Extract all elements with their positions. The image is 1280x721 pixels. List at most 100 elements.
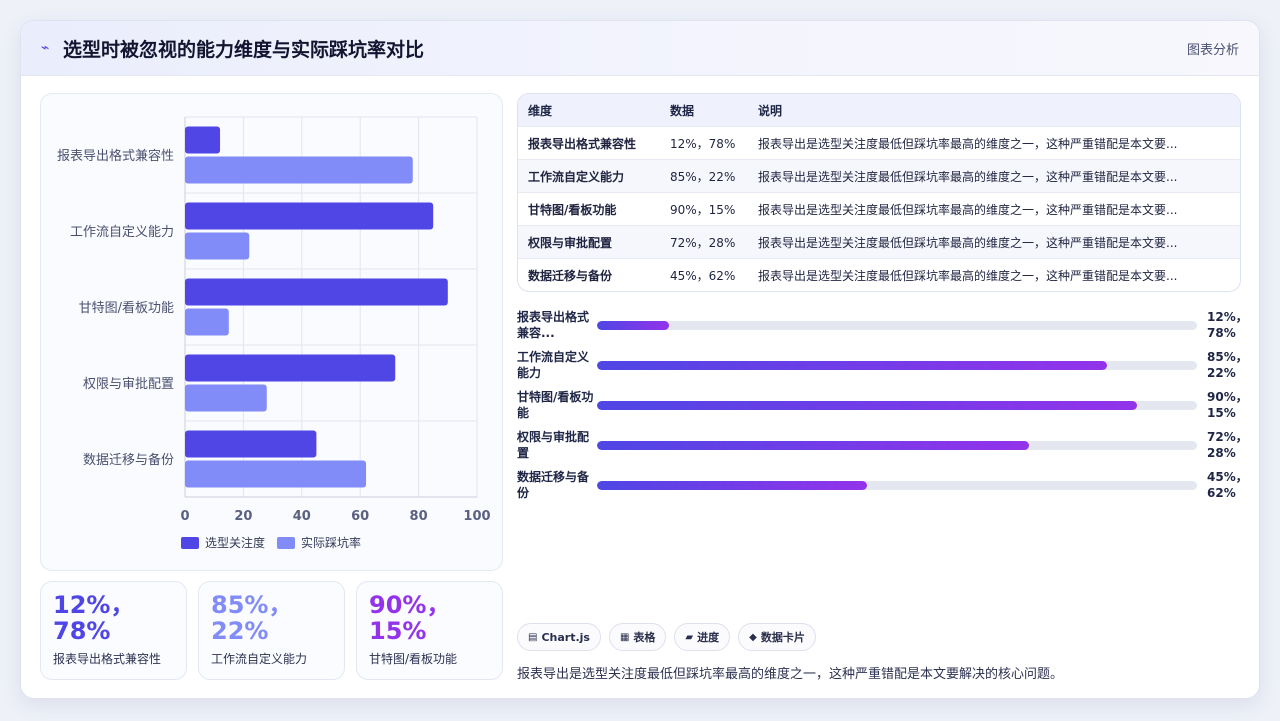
progress-fill — [597, 320, 669, 330]
progress-row: 报表导出格式兼容... 12%， 78% — [517, 305, 1248, 345]
progress-row: 工作流自定义能力 85%， 22% — [517, 345, 1248, 385]
table-cell-desc: 报表导出是选型关注度最低但踩坑率最高的维度之一，这种严重错配是本文要... — [758, 235, 1178, 250]
y-tick-label: 甘特图/看板功能 — [79, 300, 174, 316]
progress-row: 权限与审批配置 72%， 28% — [517, 425, 1248, 465]
stat-label: 工作流自定义能力 — [211, 652, 308, 666]
progress-label: 甘特图/看板功能 — [517, 390, 594, 420]
chart-icon: ▤ — [528, 631, 538, 643]
progress-fill — [597, 480, 867, 490]
table-cell-value: 72%，28% — [670, 235, 736, 250]
y-tick-label: 工作流自定义能力 — [70, 225, 174, 240]
progress-value: 45%， 62% — [1207, 470, 1248, 500]
progress-value: 12%， 78% — [1207, 310, 1248, 340]
progress-track — [597, 400, 1197, 410]
bar — [185, 202, 434, 230]
x-tick-label: 80 — [410, 509, 428, 524]
stat-cards: 12%， 78% 报表导出格式兼容性 85%， 22% 工作流自定义能力 90%… — [40, 581, 514, 680]
table-cell-desc: 报表导出是选型关注度最低但踩坑率最高的维度之一，这种严重错配是本文要... — [758, 269, 1178, 283]
table-cell-name: 报表导出格式兼容性 — [528, 136, 637, 151]
stat-value: 85%， 22% — [211, 591, 293, 645]
progress-track — [597, 440, 1197, 450]
chip-chartjs[interactable]: ▤ Chart.js — [517, 623, 601, 651]
legend-item-attention[interactable]: 选型关注度 — [181, 534, 265, 551]
bar — [185, 126, 221, 154]
table-cell-name: 甘特图/看板功能 — [528, 202, 617, 217]
stat-label: 报表导出格式兼容性 — [53, 652, 162, 666]
progress-track — [597, 320, 1197, 330]
card-header: ⌁ 选型时被忽视的能力维度与实际踩坑率对比 图表分析 — [21, 21, 1259, 76]
legend-item-pitfall[interactable]: 实际踩坑率 — [277, 534, 361, 551]
y-tick-label: 权限与审批配置 — [83, 376, 174, 392]
stat-card: 12%， 78% 报表导出格式兼容性 — [40, 581, 187, 680]
progress-track — [597, 360, 1197, 370]
chip-table[interactable]: ▦ 表格 — [608, 623, 667, 651]
progress-label: 工作流自定义能力 — [517, 350, 590, 380]
chip-label: 进度 — [697, 631, 720, 644]
progress-value: 72%， 28% — [1207, 430, 1248, 460]
y-tick-label: 报表导出格式兼容性 — [57, 148, 174, 164]
bar — [185, 460, 367, 488]
stat-label: 甘特图/看板功能 — [369, 652, 458, 666]
progress-value: 90%， 15% — [1207, 390, 1248, 420]
table-cell-value: 90%，15% — [670, 202, 736, 217]
table-cell-name: 数据迁移与备份 — [528, 269, 613, 283]
table-header-data: 数据 — [670, 103, 695, 118]
x-tick-label: 100 — [463, 509, 490, 524]
table-row: 报表导出格式兼容性 12%，78% 报表导出是选型关注度最低但踩坑率最高的维度之… — [518, 127, 1240, 160]
bar — [185, 232, 250, 260]
x-tick-label: 40 — [293, 509, 311, 524]
bar — [185, 308, 229, 336]
stat-card: 90%， 15% 甘特图/看板功能 — [356, 581, 503, 680]
table-cell-desc: 报表导出是选型关注度最低但踩坑率最高的维度之一，这种严重错配是本文要... — [758, 169, 1178, 184]
chip-data-card[interactable]: ◆ 数据卡片 — [738, 623, 816, 651]
chart-legend: 选型关注度 实际踩坑率 — [181, 534, 373, 551]
progress-label: 报表导出格式兼容... — [517, 310, 590, 340]
chip-label: 数据卡片 — [760, 631, 805, 644]
progress-row: 数据迁移与备份 45%， 62% — [517, 465, 1248, 505]
progress-fill — [597, 400, 1137, 410]
progress-row: 甘特图/看板功能 90%， 15% — [517, 385, 1248, 425]
y-tick-label: 数据迁移与备份 — [83, 452, 174, 468]
progress-track — [597, 480, 1197, 490]
bar — [185, 278, 448, 306]
legend-label: 选型关注度 — [205, 536, 266, 550]
table-header-desc: 说明 — [758, 103, 783, 118]
view-chips: ▤ Chart.js ▦ 表格 ▰ 进度 ◆ 数据卡片 — [517, 623, 824, 651]
legend-swatch — [277, 536, 296, 549]
bar — [185, 384, 267, 412]
table-cell-value: 45%，62% — [670, 269, 736, 283]
progress-label: 权限与审批配置 — [517, 430, 590, 460]
table-cell-name: 权限与审批配置 — [528, 235, 613, 250]
table-row: 甘特图/看板功能 90%，15% 报表导出是选型关注度最低但踩坑率最高的维度之一… — [518, 193, 1240, 226]
header-tag: 图表分析 — [1186, 42, 1239, 58]
table-icon: ▦ — [619, 631, 630, 643]
chip-label: 表格 — [633, 631, 656, 644]
card-icon: ◆ — [749, 631, 757, 643]
legend-label: 实际踩坑率 — [301, 536, 362, 550]
progress-fill — [597, 440, 1029, 450]
chip-label: Chart.js — [541, 630, 590, 644]
page-title: 选型时被忽视的能力维度与实际踩坑率对比 — [63, 38, 425, 61]
table-cell-value: 12%，78% — [670, 136, 736, 151]
report-card: ⌁ 选型时被忽视的能力维度与实际踩坑率对比 图表分析 报表导出格式兼容性 工作流自… — [20, 20, 1260, 699]
summary-text: 报表导出是选型关注度最低但踩坑率最高的维度之一，这种严重错配是本文要解决的核心问… — [517, 667, 1064, 682]
progress-label: 数据迁移与备份 — [517, 470, 590, 500]
progress-list: 报表导出格式兼容... 12%， 78% 工作流自定义能力 85%， 22% 甘… — [517, 305, 1248, 505]
stat-value: 90%， 15% — [369, 591, 451, 645]
chart-icon: ⌁ — [41, 40, 50, 56]
table-cell-name: 工作流自定义能力 — [528, 169, 625, 184]
table-header-row: 维度 数据 说明 — [518, 94, 1240, 127]
bar — [185, 430, 317, 458]
progress-icon: ▰ — [685, 631, 694, 643]
data-table: 维度 数据 说明 报表导出格式兼容性 12%，78% 报表导出是选型关注度最低但… — [517, 93, 1241, 292]
table-row: 工作流自定义能力 85%，22% 报表导出是选型关注度最低但踩坑率最高的维度之一… — [518, 160, 1240, 193]
bar — [185, 156, 413, 184]
chip-progress[interactable]: ▰ 进度 — [674, 623, 731, 651]
table-cell-desc: 报表导出是选型关注度最低但踩坑率最高的维度之一，这种严重错配是本文要... — [758, 136, 1178, 151]
legend-swatch — [181, 536, 199, 549]
table-cell-desc: 报表导出是选型关注度最低但踩坑率最高的维度之一，这种严重错配是本文要... — [758, 202, 1178, 217]
progress-fill — [597, 360, 1107, 370]
progress-value: 85%， 22% — [1207, 350, 1248, 380]
table-row: 权限与审批配置 72%，28% 报表导出是选型关注度最低但踩坑率最高的维度之一，… — [518, 226, 1240, 259]
table-row: 数据迁移与备份 45%，62% 报表导出是选型关注度最低但踩坑率最高的维度之一，… — [518, 259, 1240, 291]
